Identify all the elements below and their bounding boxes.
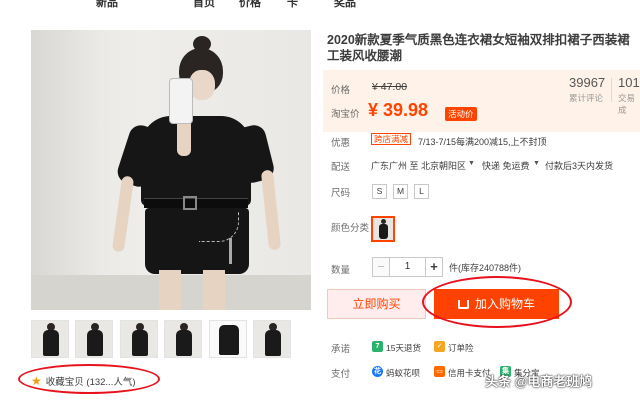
review-count[interactable]: 39967: [569, 75, 605, 90]
shipping-note: 付款后3天内发货: [545, 161, 614, 171]
color-option-black[interactable]: [371, 216, 395, 242]
quantity-input[interactable]: 1: [389, 257, 426, 277]
chevron-down-icon[interactable]: ▼: [533, 160, 540, 167]
color-label: 颜色分类: [331, 223, 370, 234]
nav-fragment[interactable]: 首页: [193, 0, 215, 8]
price-label: 价格: [331, 85, 351, 96]
credit-card-icon: ▭: [434, 366, 445, 377]
favorite-button[interactable]: ★ 收藏宝贝 (132...人气): [31, 374, 136, 388]
size-option-m[interactable]: M: [393, 184, 408, 199]
phone-prop: [169, 78, 193, 124]
favorite-label: 收藏宝贝 (132...人气): [45, 377, 136, 388]
price-panel: 价格 ¥ 47.00 淘宝价 ¥ 39.98 活动价 39967 累计评论 10…: [323, 70, 640, 132]
thumbnail[interactable]: [31, 320, 69, 358]
size-option-s[interactable]: S: [372, 184, 387, 199]
add-to-cart-button[interactable]: 加入购物车: [434, 289, 559, 319]
watermark: 头条 @电商老班鸠: [485, 374, 593, 389]
sales-count: 101: [618, 75, 640, 90]
payment-huabei[interactable]: 蚂蚁花呗: [386, 367, 420, 379]
nav-fragment[interactable]: 卡: [287, 0, 298, 8]
payment-label: 支付: [331, 369, 351, 380]
insurance-icon: ✓: [434, 341, 445, 352]
main-product-image[interactable]: [31, 30, 311, 310]
nav-fragment[interactable]: 价格: [239, 0, 261, 8]
cross-store-badge[interactable]: 跨店满减: [371, 133, 412, 145]
quantity-decrease-button[interactable]: −: [372, 257, 390, 277]
add-to-cart-label: 加入购物车: [474, 297, 535, 311]
shipping-origin: 广东广州 至: [371, 161, 419, 171]
buy-now-button[interactable]: 立即购买: [327, 289, 426, 319]
promise-label: 承诺: [331, 344, 351, 355]
thumbnail[interactable]: [253, 320, 291, 358]
divider: [611, 78, 612, 102]
sales-label: 交易成: [618, 93, 636, 115]
thumbnail[interactable]: [164, 320, 202, 358]
quantity-increase-button[interactable]: +: [425, 257, 443, 277]
quantity-label: 数量: [331, 265, 351, 276]
thumbnail-strip: [31, 320, 291, 360]
thumbnail[interactable]: [75, 320, 113, 358]
promise-return[interactable]: 15天退货: [386, 342, 421, 354]
original-price: ¥ 47.00: [372, 81, 408, 93]
cart-icon: [457, 300, 469, 309]
thumbnail[interactable]: [209, 320, 247, 358]
review-label[interactable]: 累计评论: [569, 92, 603, 104]
shipping-destination[interactable]: 北京朝阳区: [421, 159, 466, 172]
nav-fragment[interactable]: 新品: [96, 0, 118, 8]
stock-text: 件(库存240788件): [449, 263, 522, 273]
top-nav-strip: 新品 首页 价格 卡 奖品: [0, 0, 640, 8]
promotion-label: 优惠: [331, 138, 351, 149]
size-option-l[interactable]: L: [414, 184, 429, 199]
promise-insurance[interactable]: 订单险: [448, 342, 474, 354]
shipping-label: 配送: [331, 162, 351, 173]
product-title: 2020新款夏季气质黑色连衣裙女短袖双排扣裙子西装裙工装风收腰潮: [327, 33, 630, 63]
shipping-carrier: 快递 免运费: [482, 161, 530, 171]
chevron-down-icon[interactable]: ▼: [468, 160, 475, 167]
size-label: 尺码: [331, 188, 351, 199]
return-icon: 7: [372, 341, 383, 352]
taobao-price-label: 淘宝价: [331, 109, 360, 120]
nav-fragment[interactable]: 奖品: [334, 0, 356, 8]
star-icon: ★: [31, 374, 42, 388]
current-price: ¥ 39.98: [368, 100, 429, 120]
huabei-icon: 花: [372, 366, 383, 377]
thumbnail[interactable]: [120, 320, 158, 358]
promo-price-tag: 活动价: [445, 107, 477, 121]
promotion-text: 7/13-7/15每满200减15,上不封顶: [418, 137, 547, 147]
